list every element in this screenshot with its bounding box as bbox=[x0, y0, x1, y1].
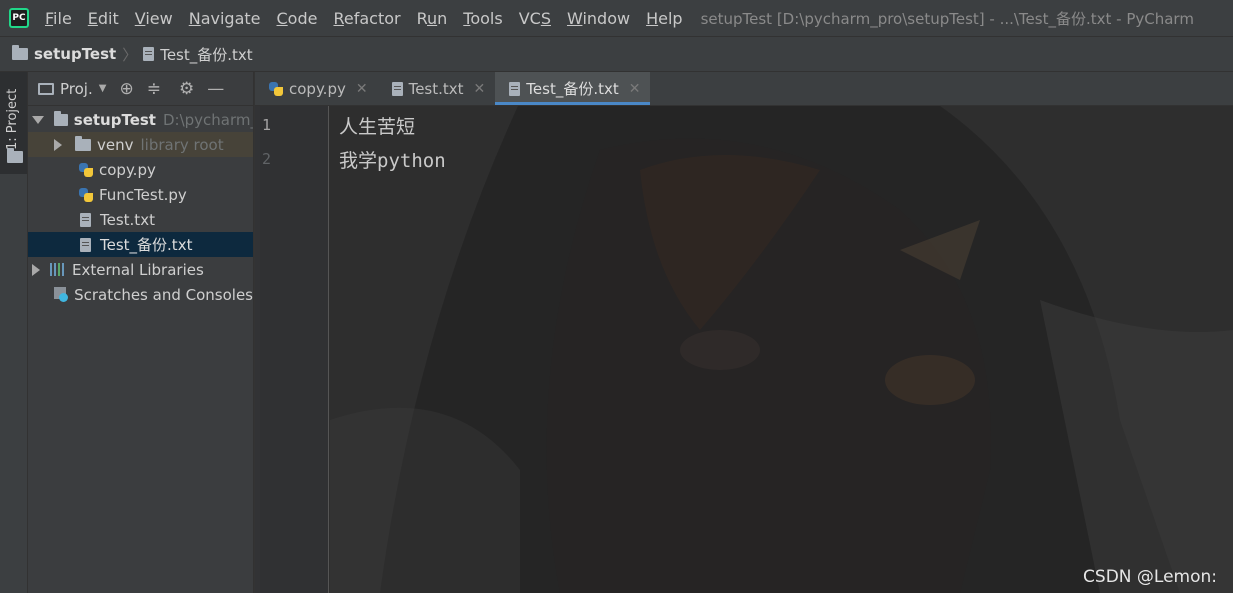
menu-window[interactable]: Window bbox=[567, 9, 630, 28]
tree-item-file-label: FuncTest.py bbox=[99, 185, 187, 204]
folder-icon bbox=[54, 110, 68, 126]
tree-item-file-label: Test.txt bbox=[100, 210, 155, 229]
folder-icon bbox=[75, 135, 91, 151]
editor-tabs: copy.py ✕ Test.txt ✕ Test_备份.txt ✕ bbox=[255, 72, 1233, 106]
tree-item-file-label: copy.py bbox=[99, 160, 156, 179]
close-icon[interactable]: ✕ bbox=[629, 81, 641, 97]
menu-vcs[interactable]: VCS bbox=[519, 9, 551, 28]
expand-arrow-icon[interactable] bbox=[32, 263, 40, 276]
python-file-icon bbox=[269, 81, 283, 96]
tab-label: Test.txt bbox=[408, 79, 464, 98]
text-file-icon bbox=[80, 212, 91, 227]
tree-item-scratches-label: Scratches and Consoles bbox=[74, 285, 253, 304]
line-number: 1 bbox=[262, 116, 272, 134]
text-file-icon bbox=[509, 81, 521, 96]
project-view-icon bbox=[38, 82, 54, 95]
breadcrumb-root-label: setupTest bbox=[34, 45, 117, 63]
menu-run[interactable]: Run bbox=[417, 9, 448, 28]
library-icon bbox=[50, 263, 66, 276]
breadcrumb-file[interactable]: Test_备份.txt bbox=[143, 44, 253, 65]
tree-root-path: D:\pycharm_p bbox=[162, 110, 253, 129]
close-icon[interactable]: ✕ bbox=[356, 81, 368, 97]
left-tool-stripe: 1: Project bbox=[0, 72, 28, 593]
navigation-bar: setupTest 〉 Test_备份.txt bbox=[0, 36, 1233, 72]
tree-item-file[interactable]: FuncTest.py bbox=[28, 182, 253, 207]
tree-item-file-selected[interactable]: Test_备份.txt bbox=[28, 232, 253, 257]
tree-item-venv-label: venv bbox=[97, 135, 134, 154]
expand-arrow-icon[interactable] bbox=[54, 138, 62, 151]
tab-copy-py[interactable]: copy.py ✕ bbox=[255, 72, 378, 105]
breadcrumb-file-label: Test_备份.txt bbox=[160, 45, 253, 64]
menu-file[interactable]: File bbox=[45, 9, 72, 28]
chevron-down-icon: ▼ bbox=[98, 83, 107, 94]
window-title: setupTest [D:\pycharm_pro\setupTest] - .… bbox=[700, 9, 1194, 28]
folder-icon bbox=[7, 148, 23, 163]
breadcrumb-separator: 〉 bbox=[122, 45, 138, 64]
code-line[interactable]: 我学python bbox=[339, 146, 446, 173]
menu-code[interactable]: Code bbox=[277, 9, 318, 28]
tree-item-file[interactable]: copy.py bbox=[28, 157, 253, 182]
tree-item-file-label: Test_备份.txt bbox=[100, 236, 193, 254]
watermark: CSDN @Lemon: bbox=[1083, 567, 1217, 587]
tree-root-setuptest[interactable]: setupTest D:\pycharm_p bbox=[28, 107, 253, 132]
tree-item-venv[interactable]: venv library root bbox=[28, 132, 253, 157]
text-file-icon bbox=[391, 81, 403, 96]
tree-item-external-libraries-label: External Libraries bbox=[72, 260, 204, 279]
project-tree: setupTest D:\pycharm_p venv library root… bbox=[28, 106, 253, 307]
text-file-icon bbox=[143, 47, 155, 61]
project-tool-button[interactable]: 1: Project bbox=[0, 72, 27, 174]
line-number: 2 bbox=[262, 150, 272, 168]
code-line[interactable]: 人生苦短 bbox=[339, 112, 415, 139]
folder-icon bbox=[12, 45, 28, 60]
editor-gutter: 1 2 bbox=[255, 106, 329, 593]
tree-item-scratches[interactable]: Scratches and Consoles bbox=[28, 282, 253, 307]
expand-arrow-icon[interactable] bbox=[32, 115, 44, 124]
project-panel-header: Proj. ▼ ⊕ ≑ ⚙ — bbox=[28, 72, 253, 106]
tab-label: copy.py bbox=[289, 79, 346, 98]
python-file-icon bbox=[79, 162, 93, 177]
python-file-icon bbox=[79, 187, 93, 202]
menu-help[interactable]: Help bbox=[646, 9, 682, 28]
tree-item-external-libraries[interactable]: External Libraries bbox=[28, 257, 253, 282]
tree-root-label: setupTest bbox=[73, 110, 156, 129]
scratches-icon bbox=[54, 287, 69, 302]
settings-icon[interactable]: ⚙ bbox=[179, 79, 194, 99]
menu-refactor[interactable]: Refactor bbox=[333, 9, 400, 28]
project-tool-label: 1: Project bbox=[5, 88, 20, 150]
menu-view[interactable]: View bbox=[135, 9, 173, 28]
text-file-icon bbox=[80, 237, 91, 252]
menu-bar: PC File Edit View Navigate Code Refactor… bbox=[0, 0, 1233, 36]
tree-item-venv-hint: library root bbox=[140, 135, 224, 154]
menu-edit[interactable]: Edit bbox=[88, 9, 119, 28]
close-icon[interactable]: ✕ bbox=[474, 81, 486, 97]
tree-item-file[interactable]: Test.txt bbox=[28, 207, 253, 232]
editor-text-area[interactable]: 人生苦短 我学python bbox=[329, 106, 1233, 593]
tab-label: Test_备份.txt bbox=[526, 80, 619, 98]
tab-test-txt[interactable]: Test.txt ✕ bbox=[378, 72, 496, 105]
menu-tools[interactable]: Tools bbox=[463, 9, 502, 28]
breadcrumb-root[interactable]: setupTest bbox=[12, 45, 116, 63]
project-view-label: Proj. bbox=[60, 79, 93, 98]
tab-test-backup-txt[interactable]: Test_备份.txt ✕ bbox=[495, 72, 651, 105]
hide-icon[interactable]: — bbox=[207, 79, 224, 99]
project-view-dropdown[interactable]: Proj. ▼ bbox=[38, 80, 106, 98]
menu-navigate[interactable]: Navigate bbox=[189, 9, 261, 28]
collapse-icon[interactable]: ≑ bbox=[147, 79, 161, 99]
locate-icon[interactable]: ⊕ bbox=[119, 79, 133, 99]
pycharm-logo-icon: PC bbox=[9, 8, 29, 28]
project-panel: Proj. ▼ ⊕ ≑ ⚙ — setupTest D:\pycharm_p v… bbox=[28, 72, 254, 593]
